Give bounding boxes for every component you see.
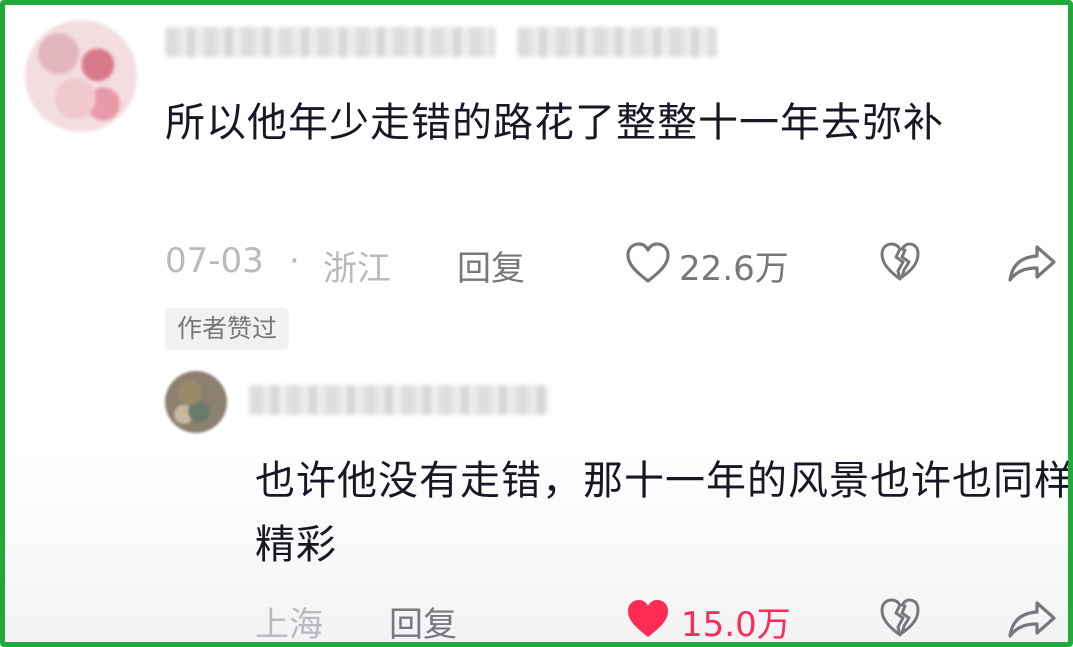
reply-button[interactable]: 回复 <box>457 241 525 290</box>
avatar[interactable] <box>25 20 137 132</box>
comment-thread: 所以他年少走错的路花了整整十一年去弥补 07-03 · 浙江 回复 22.6万 … <box>0 0 1073 647</box>
reply-avatar[interactable] <box>165 371 227 433</box>
heart-outline-icon[interactable] <box>625 241 671 285</box>
reply-location: 上海 <box>255 605 323 645</box>
reply-text: 也许他没有走错，那十一年的风景也许也同样精彩 <box>255 458 1073 568</box>
username-tag-blurred <box>517 27 717 57</box>
heart-filled-icon[interactable] <box>625 597 671 641</box>
like-count: 22.6万 <box>679 249 789 289</box>
reply-like-count: 15.0万 <box>681 605 791 645</box>
reply-username-blurred[interactable] <box>249 385 549 415</box>
share-arrow-icon[interactable] <box>1007 599 1057 639</box>
comment-text: 所以他年少走错的路花了整整十一年去弥补 <box>165 100 944 146</box>
username-blurred[interactable] <box>165 27 495 57</box>
share-arrow-icon[interactable] <box>1007 243 1057 283</box>
reply-reply-button[interactable]: 回复 <box>389 597 457 642</box>
author-liked-badge: 作者赞过 <box>165 308 290 350</box>
comment-date: 07-03 <box>165 241 264 281</box>
broken-heart-icon[interactable] <box>879 597 921 639</box>
broken-heart-icon[interactable] <box>879 241 921 283</box>
comment-location: 浙江 <box>323 249 391 289</box>
meta-separator: · <box>289 241 300 281</box>
